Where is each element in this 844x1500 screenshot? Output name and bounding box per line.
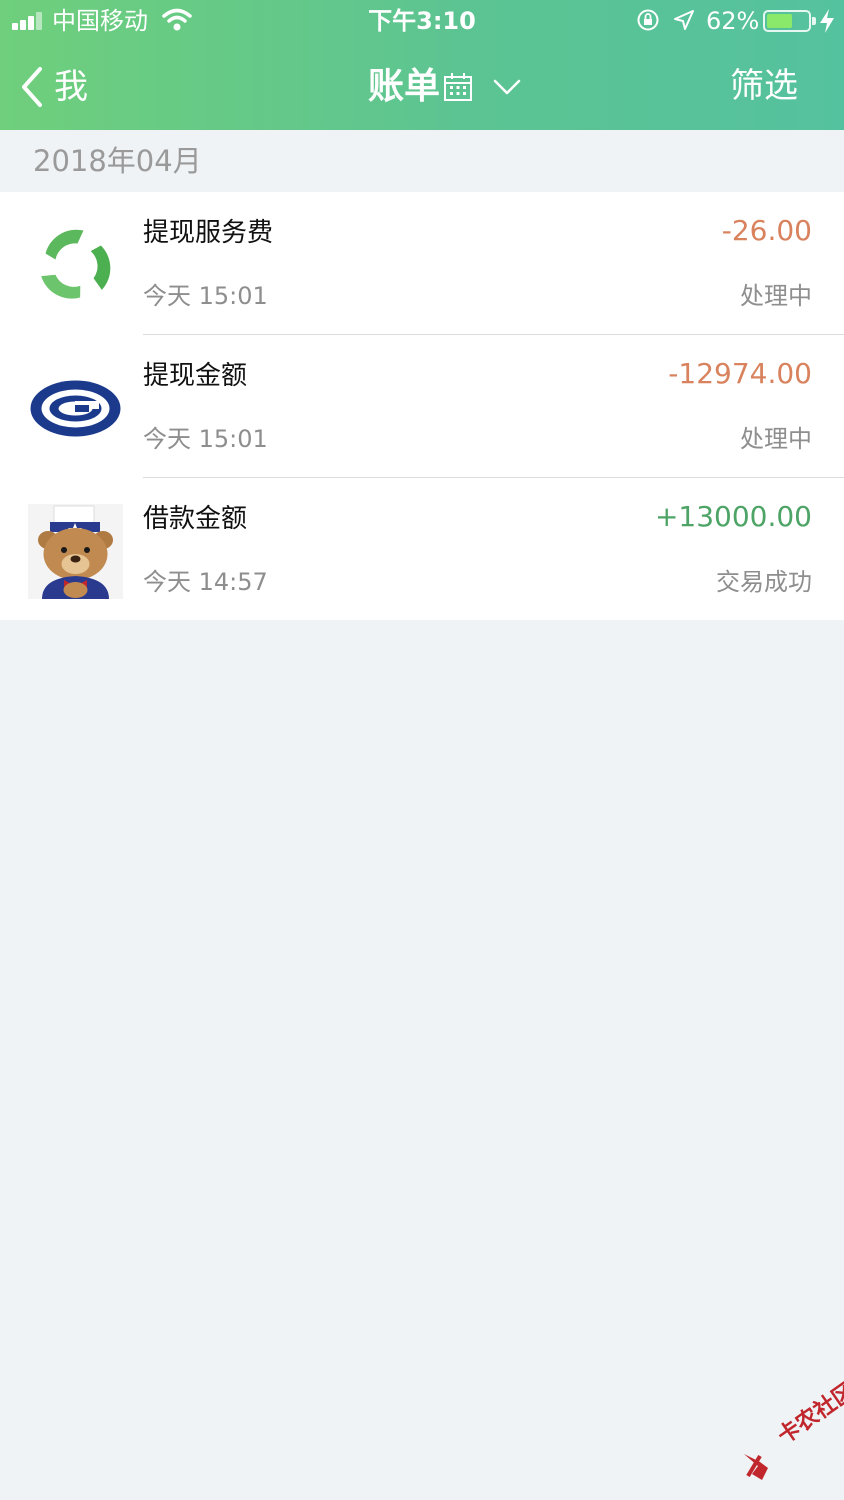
green-cycle-logo-icon bbox=[41, 229, 111, 299]
blue-g-logo-icon bbox=[30, 380, 121, 437]
bear-avatar-icon bbox=[28, 504, 123, 599]
transaction-time: 今天 15:01 bbox=[143, 282, 268, 310]
transaction-status: 交易成功 bbox=[716, 568, 812, 596]
filter-button[interactable]: 筛选 bbox=[730, 62, 798, 110]
month-section-header: 2018年04月 bbox=[33, 144, 202, 178]
transaction-row[interactable]: 提现服务费 今天 15:01 -26.00 处理中 bbox=[0, 192, 844, 335]
back-label: 我 bbox=[54, 67, 88, 107]
bill-title-dropdown[interactable]: 账单 bbox=[368, 62, 522, 112]
transaction-title: 提现金额 bbox=[143, 361, 248, 391]
transaction-time: 今天 15:01 bbox=[143, 425, 268, 453]
transaction-status: 处理中 bbox=[740, 425, 812, 453]
transaction-time: 今天 14:57 bbox=[143, 568, 268, 596]
transaction-amount: +13000.00 bbox=[654, 500, 812, 533]
location-icon bbox=[674, 10, 694, 30]
battery-percent: 62% bbox=[706, 7, 760, 35]
transaction-list: 提现服务费 今天 15:01 -26.00 处理中 提现金额 今天 15:01 … bbox=[0, 192, 844, 620]
calendar-icon bbox=[444, 73, 473, 101]
charging-icon bbox=[820, 9, 834, 33]
status-bar: 中国移动 下午3:10 62% bbox=[0, 0, 844, 42]
chevron-down-icon bbox=[493, 79, 521, 95]
app-header: 中国移动 下午3:10 62% 我 账单 筛选 bbox=[0, 0, 844, 130]
page-title: 账单 bbox=[368, 66, 441, 107]
transaction-amount: -26.00 bbox=[721, 214, 812, 247]
transaction-row[interactable]: 提现金额 今天 15:01 -12974.00 处理中 bbox=[0, 335, 844, 478]
battery-icon bbox=[763, 10, 816, 32]
transaction-amount: -12974.00 bbox=[668, 357, 812, 390]
transaction-row[interactable]: 借款金额 今天 14:57 +13000.00 交易成功 bbox=[0, 478, 844, 621]
rotation-lock-icon bbox=[637, 9, 659, 31]
back-chevron-icon bbox=[22, 67, 42, 107]
transaction-status: 处理中 bbox=[740, 282, 812, 310]
transaction-title: 借款金额 bbox=[143, 504, 248, 534]
back-button[interactable]: 我 bbox=[18, 62, 88, 112]
transaction-title: 提现服务费 bbox=[143, 218, 274, 248]
